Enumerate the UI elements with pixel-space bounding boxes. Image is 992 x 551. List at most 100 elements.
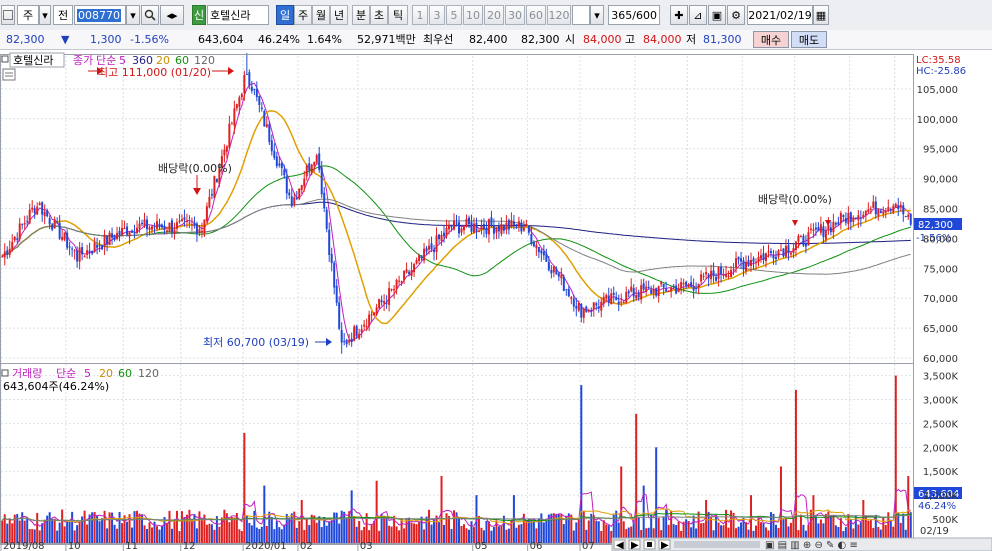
price-tick-label: 105,000: [917, 85, 958, 96]
candle-body: [762, 253, 765, 260]
date-input[interactable]: 2021/02/19: [747, 5, 813, 25]
tab-period-week[interactable]: 주: [294, 5, 312, 25]
volume-bar: [485, 520, 488, 543]
buy-button[interactable]: 매수: [753, 31, 789, 48]
market-dropdown-icon[interactable]: ▾: [39, 5, 51, 25]
volume-bar: [23, 520, 26, 543]
candle-body: [540, 250, 543, 254]
interval-1[interactable]: 1: [412, 5, 428, 25]
interval-3[interactable]: 3: [429, 5, 445, 25]
x-tick-label: 10: [68, 541, 81, 551]
volume-bar: [445, 513, 448, 543]
candle-body: [58, 222, 61, 239]
market-select[interactable]: 주: [17, 5, 39, 25]
tab-period-second[interactable]: 초: [370, 5, 388, 25]
volume-bar: [53, 518, 56, 543]
chart-scroll-controls[interactable]: ◀ ▶ ▶ ▣ ▤ ▥ ⊕ ⊖ ✎ ◐ ≡: [611, 537, 992, 551]
chart-type-icon[interactable]: ⊿: [689, 5, 707, 25]
save-icon[interactable]: ▣: [708, 5, 726, 25]
candle-body: [769, 251, 772, 254]
candle-body: [662, 283, 665, 288]
candle-body: [203, 219, 206, 234]
play-icon[interactable]: ▶: [628, 539, 641, 551]
interval-5[interactable]: 5: [446, 5, 462, 25]
candle-body: [784, 245, 787, 257]
candle-body: [415, 260, 418, 264]
candle-body: [844, 218, 847, 223]
scroll-thumb[interactable]: [674, 541, 760, 548]
price-tick-label: 90,000: [923, 175, 958, 186]
volume-bar: [655, 447, 658, 543]
candle-body: [640, 285, 643, 300]
candle-body: [797, 235, 800, 242]
candle-body: [340, 329, 343, 343]
candle-body: [837, 222, 840, 225]
candle-body: [61, 237, 64, 240]
volume-bar: [18, 520, 21, 543]
candle-body: [787, 245, 790, 254]
scroll-right-icon[interactable]: ▶: [658, 539, 671, 551]
data-count-field[interactable]: 365/600: [608, 5, 660, 25]
candle-body: [877, 209, 880, 216]
volume-bar: [328, 521, 331, 543]
volume-bar: [218, 526, 221, 543]
volume-bar: [233, 517, 236, 543]
candle-body: [807, 232, 810, 246]
interval-10[interactable]: 10: [463, 5, 483, 25]
toolbar-grip-icon[interactable]: [1, 5, 15, 25]
stop-icon[interactable]: [643, 539, 656, 550]
volume-bar: [56, 530, 59, 543]
tab-period-minute[interactable]: 분: [352, 5, 370, 25]
candle-body: [395, 279, 398, 290]
price-panel-stock-name: 호텔신라: [13, 54, 53, 67]
low-price: 81,300: [703, 33, 742, 46]
interval-dropdown-icon[interactable]: ▾: [590, 5, 604, 25]
volume-bar: [453, 510, 456, 543]
candle-body: [385, 302, 388, 304]
candle-body: [720, 266, 723, 275]
speaker-icon[interactable]: ◂▸: [160, 5, 184, 25]
candle-body: [350, 338, 353, 342]
candle-body: [750, 260, 753, 266]
tab-period-tick[interactable]: 틱: [388, 5, 408, 25]
tab-period-month[interactable]: 월: [312, 5, 330, 25]
tab-period-day[interactable]: 일: [276, 5, 294, 25]
candle-body: [255, 88, 258, 98]
interval-120[interactable]: 120: [547, 5, 571, 25]
gear-icon[interactable]: ⚙: [727, 5, 745, 25]
calendar-icon[interactable]: ▦: [813, 5, 829, 25]
candle-body: [645, 286, 648, 292]
interval-30[interactable]: 30: [505, 5, 525, 25]
search-icon[interactable]: [141, 5, 159, 25]
volume-bar: [63, 526, 66, 543]
candle-body: [235, 104, 238, 109]
interval-custom-input[interactable]: [572, 5, 590, 25]
candle-body: [627, 291, 630, 294]
crosshair-icon[interactable]: ✚: [670, 5, 688, 25]
volume-bar: [343, 511, 346, 543]
x-tick-label: 2020/01: [245, 541, 287, 551]
candle-body: [53, 219, 56, 229]
interval-60[interactable]: 60: [526, 5, 546, 25]
candle-body: [829, 227, 832, 233]
candle-body: [308, 163, 311, 171]
volume-bar: [185, 514, 188, 543]
market-detail-select[interactable]: 전: [53, 5, 73, 25]
stock-code-input[interactable]: 008770: [74, 5, 126, 25]
zoom-tools-icon[interactable]: ▣ ▤ ▥ ⊕ ⊖ ✎ ◐ ≡: [765, 540, 858, 551]
tab-period-year[interactable]: 년: [330, 5, 348, 25]
scroll-left-icon[interactable]: ◀: [613, 539, 626, 551]
volume-bar: [540, 513, 543, 543]
price-change-pct: -1.56%: [130, 33, 169, 46]
sell-button[interactable]: 매도: [791, 31, 827, 48]
candle-body: [98, 245, 101, 247]
candle-body: [530, 234, 533, 244]
candle-body: [575, 305, 578, 309]
stock-tag-icon[interactable]: 신: [192, 5, 206, 25]
candle-body: [590, 310, 593, 312]
candle-body: [240, 94, 243, 97]
code-dropdown-icon[interactable]: ▾: [126, 5, 140, 25]
interval-20[interactable]: 20: [484, 5, 504, 25]
stock-chart[interactable]: 호텔신라 종가 단순 5 360 20 60 120 최고 111,000 (0…: [0, 50, 992, 551]
volume-bar: [517, 524, 520, 543]
